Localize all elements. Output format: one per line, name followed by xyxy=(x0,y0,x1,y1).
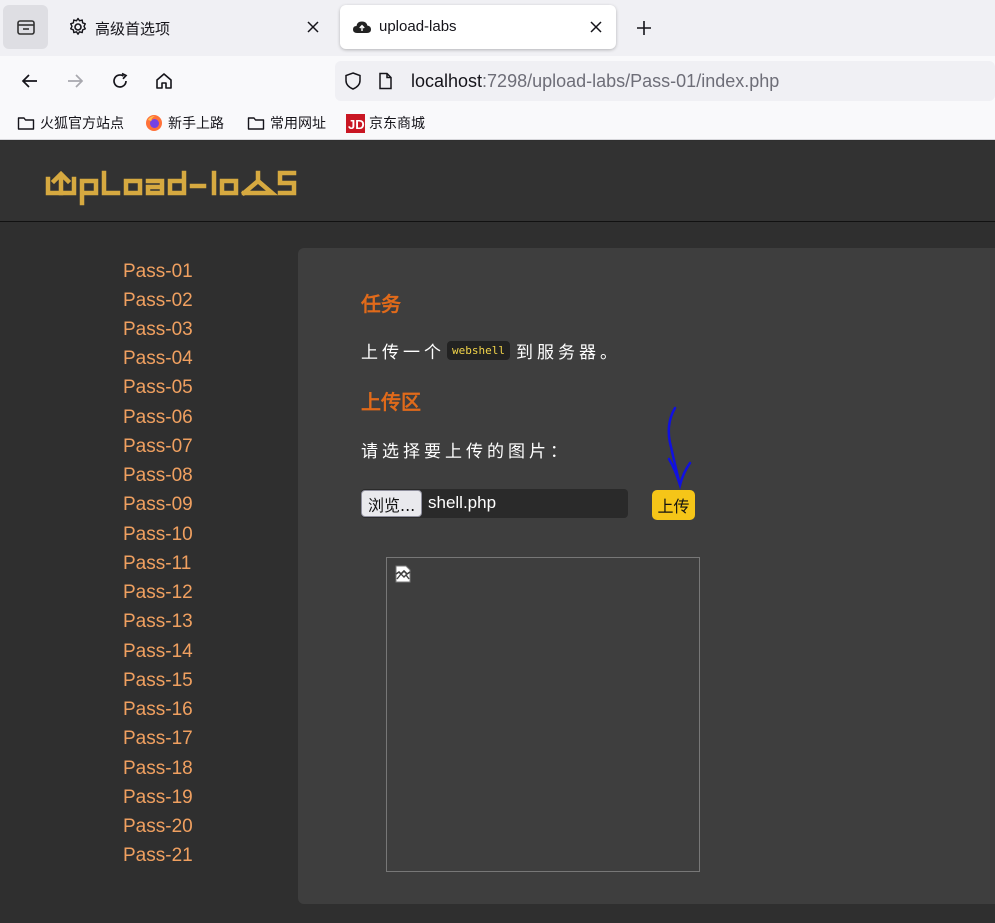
sidebar-item-pass-02[interactable]: Pass-02 xyxy=(123,290,193,312)
bookmark-label: 常用网址 xyxy=(270,116,326,132)
sidebar-item-pass-03[interactable]: Pass-03 xyxy=(123,319,193,341)
sidebar-item-pass-13[interactable]: Pass-13 xyxy=(123,611,193,633)
url-host: localhost xyxy=(411,71,483,91)
bookmark-jd-mall[interactable]: JD 京东商城 xyxy=(345,112,425,134)
shield-icon[interactable] xyxy=(343,71,363,95)
site-logo[interactable] xyxy=(44,155,334,211)
sidebar-item-pass-01[interactable]: Pass-01 xyxy=(123,261,193,283)
plus-icon xyxy=(637,21,651,35)
selected-file-name: shell.php xyxy=(428,493,497,512)
tab-advanced-preferences[interactable]: 高级首选项 xyxy=(56,5,333,49)
sidebar-item-pass-20[interactable]: Pass-20 xyxy=(123,816,193,838)
tab-list-icon xyxy=(16,20,35,35)
bookmarks-bar: 火狐官方站点 新手上路 常用网址 JD 京东商城 xyxy=(0,106,995,140)
sidebar-item-pass-06[interactable]: Pass-06 xyxy=(123,407,193,429)
address-bar[interactable]: localhost:7298/upload-labs/Pass-01/index… xyxy=(335,61,995,101)
forward-button[interactable] xyxy=(60,66,90,96)
arrow-left-icon xyxy=(21,74,37,88)
sidebar-item-pass-15[interactable]: Pass-15 xyxy=(123,670,193,692)
back-button[interactable] xyxy=(15,66,45,96)
sidebar-item-pass-17[interactable]: Pass-17 xyxy=(123,728,193,750)
gear-icon xyxy=(68,17,88,37)
tab-label: 高级首选项 xyxy=(95,21,171,38)
bookmark-getting-started[interactable]: 新手上路 xyxy=(144,112,224,134)
url-text[interactable]: localhost:7298/upload-labs/Pass-01/index… xyxy=(411,71,779,92)
sidebar-item-pass-16[interactable]: Pass-16 xyxy=(123,699,193,721)
file-input[interactable]: 浏览... shell.php xyxy=(361,489,628,518)
bookmark-firefox-official[interactable]: 火狐官方站点 xyxy=(16,112,124,134)
sidebar-item-pass-07[interactable]: Pass-07 xyxy=(123,436,193,458)
bookmark-label: 新手上路 xyxy=(168,116,224,132)
main-content: 任务 上传一个 webshell 到服务器。 上传区 请选择要上传的图片： 浏览… xyxy=(298,248,995,904)
close-tab-icon[interactable] xyxy=(303,17,323,37)
cloud-icon xyxy=(352,17,372,37)
task-heading: 任务 xyxy=(361,292,401,316)
close-tab-icon[interactable] xyxy=(586,17,606,37)
home-button[interactable] xyxy=(149,66,179,96)
bookmark-common-sites[interactable]: 常用网址 xyxy=(246,112,326,134)
arrow-right-icon xyxy=(68,74,84,88)
tab-list-button[interactable] xyxy=(3,5,48,49)
reload-icon xyxy=(113,72,128,88)
browse-button[interactable]: 浏览... xyxy=(361,490,423,517)
choose-image-label: 请选择要上传的图片： xyxy=(361,442,571,462)
sidebar-item-pass-12[interactable]: Pass-12 xyxy=(123,582,193,604)
tab-upload-labs[interactable]: upload-labs xyxy=(340,5,616,49)
home-icon xyxy=(156,73,172,89)
sidebar-item-pass-19[interactable]: Pass-19 xyxy=(123,787,193,809)
folder-icon xyxy=(16,113,36,133)
page-info-icon[interactable] xyxy=(375,71,395,95)
broken-image-icon xyxy=(395,565,411,587)
sidebar-item-pass-08[interactable]: Pass-08 xyxy=(123,465,193,487)
sidebar-item-pass-21[interactable]: Pass-21 xyxy=(123,845,193,867)
reload-button[interactable] xyxy=(105,66,135,96)
svg-text:JD: JD xyxy=(348,117,365,132)
annotation-arrow-icon xyxy=(667,406,692,490)
sidebar-item-pass-14[interactable]: Pass-14 xyxy=(123,641,193,663)
task-suffix: 到服务器。 xyxy=(515,343,621,363)
bookmark-label: 京东商城 xyxy=(369,116,425,132)
bookmark-label: 火狐官方站点 xyxy=(40,116,124,132)
sidebar-item-pass-11[interactable]: Pass-11 xyxy=(123,553,191,575)
tab-label: upload-labs xyxy=(379,18,457,35)
firefox-icon xyxy=(144,113,164,133)
task-prefix: 上传一个 xyxy=(361,343,445,363)
sidebar-nav: Pass-01 Pass-02 Pass-03 Pass-04 Pass-05 … xyxy=(0,222,298,923)
image-preview xyxy=(386,557,700,872)
sidebar-item-pass-10[interactable]: Pass-10 xyxy=(123,524,193,546)
navigation-bar: localhost:7298/upload-labs/Pass-01/index… xyxy=(0,56,995,106)
url-path: :7298/upload-labs/Pass-01/index.php xyxy=(482,71,780,91)
sidebar-item-pass-05[interactable]: Pass-05 xyxy=(123,377,193,399)
sidebar-item-pass-18[interactable]: Pass-18 xyxy=(123,758,193,780)
site-header xyxy=(0,141,995,222)
task-description: 上传一个 webshell 到服务器。 xyxy=(361,338,621,363)
code-webshell: webshell xyxy=(447,341,510,360)
browser-tab-bar: 高级首选项 upload-labs xyxy=(0,0,995,56)
upload-area-heading: 上传区 xyxy=(361,390,421,414)
sidebar-item-pass-09[interactable]: Pass-09 xyxy=(123,494,193,516)
sidebar-item-pass-04[interactable]: Pass-04 xyxy=(123,348,193,370)
new-tab-button[interactable] xyxy=(630,14,658,42)
folder-icon xyxy=(246,113,266,133)
jd-icon: JD xyxy=(345,113,365,133)
